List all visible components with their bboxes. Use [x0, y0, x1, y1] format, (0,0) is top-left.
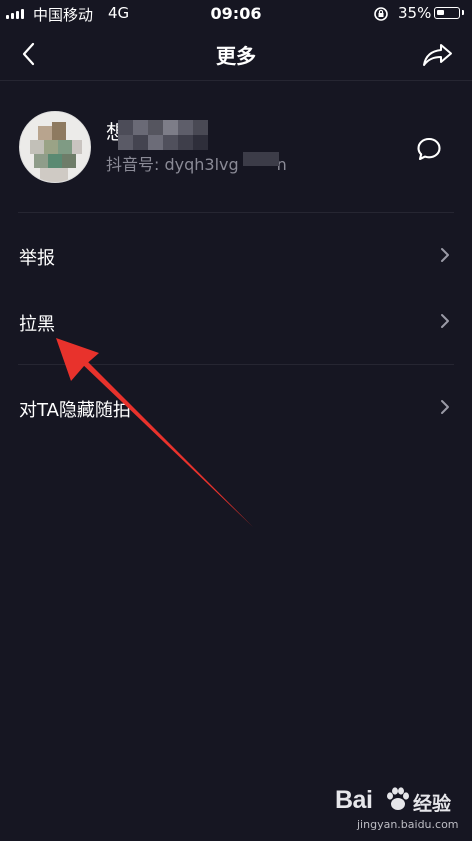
- message-bubble-icon[interactable]: [414, 134, 444, 164]
- navigation-bar: 更多: [0, 28, 472, 81]
- divider: [18, 364, 454, 365]
- watermark-product: 经验: [413, 793, 452, 815]
- paw-icon: [387, 787, 409, 810]
- menu-item-label: 对TA隐藏随拍: [19, 400, 131, 421]
- menu-item-block[interactable]: 拉黑: [0, 290, 472, 354]
- battery-percent: 35%: [398, 4, 432, 22]
- chevron-right-icon: [441, 248, 449, 262]
- user-profile-card[interactable]: 想 抖音号: dyqh3lvg n: [0, 82, 472, 212]
- menu-item-hide-posts[interactable]: 对TA隐藏随拍: [0, 376, 472, 440]
- rotation-lock-icon: [374, 7, 388, 21]
- avatar[interactable]: [19, 111, 91, 183]
- menu-item-label: 拉黑: [19, 314, 55, 335]
- baidu-jingyan-watermark: Bai 经验 jingyan.baidu.com: [335, 782, 459, 832]
- menu-item-report[interactable]: 举报: [0, 224, 472, 288]
- menu-item-label: 举报: [19, 248, 55, 269]
- page-title: 更多: [216, 44, 256, 68]
- douyin-id-mosaic: [243, 152, 279, 166]
- share-button[interactable]: [421, 40, 455, 70]
- watermark-url: jingyan.baidu.com: [357, 818, 459, 831]
- share-icon: [423, 44, 452, 66]
- divider: [18, 212, 454, 213]
- watermark-brand: Bai: [335, 786, 373, 814]
- chevron-right-icon: [441, 314, 449, 328]
- chevron-right-icon: [441, 400, 449, 414]
- douyin-id-label: 抖音号: dyqh3lvg: [106, 155, 239, 174]
- back-button[interactable]: [14, 40, 44, 68]
- chevron-left-icon: [22, 42, 35, 66]
- status-bar: 中国移动 4G 09:06 35%: [0, 0, 472, 28]
- battery-icon: [434, 7, 464, 19]
- username-mosaic: [118, 120, 208, 150]
